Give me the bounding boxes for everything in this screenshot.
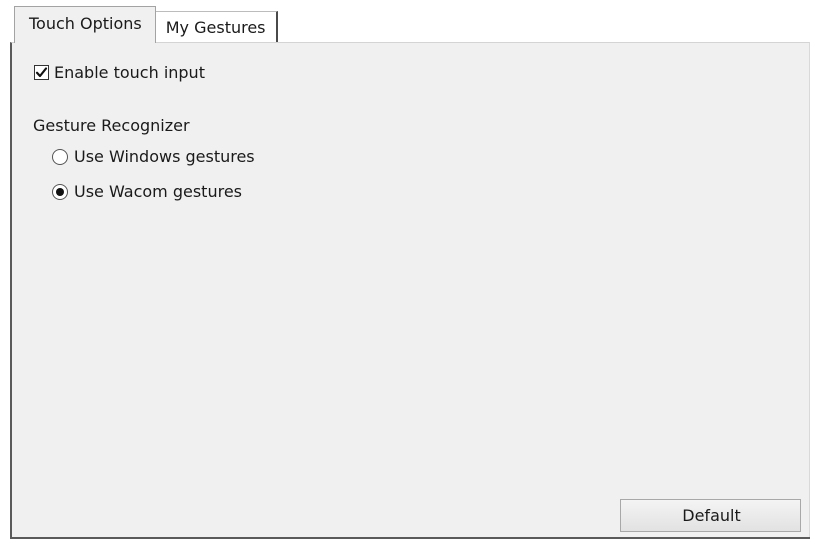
- windows-gestures-label: Use Windows gestures: [74, 147, 255, 166]
- tab-my-gestures-label: My Gestures: [165, 18, 266, 37]
- tab-my-gestures[interactable]: My Gestures: [154, 11, 278, 43]
- tab-strip: Touch Options My Gestures: [14, 6, 278, 43]
- enable-touch-label: Enable touch input: [54, 63, 205, 82]
- windows-gestures-option[interactable]: Use Windows gestures: [52, 147, 255, 166]
- tab-touch-options[interactable]: Touch Options: [14, 6, 156, 43]
- radio-selected-dot: [56, 187, 64, 196]
- tab-touch-options-label: Touch Options: [29, 13, 142, 33]
- enable-touch-checkbox[interactable]: [34, 65, 49, 80]
- touch-settings-window: Touch Options My Gestures Enable touch i…: [0, 0, 813, 539]
- checkmark-icon: [35, 67, 48, 78]
- default-button[interactable]: Default: [620, 499, 801, 532]
- wacom-gestures-label: Use Wacom gestures: [74, 182, 242, 201]
- gesture-recognizer-heading: Gesture Recognizer: [33, 116, 190, 135]
- windows-gestures-radio[interactable]: [52, 148, 68, 165]
- wacom-gestures-option[interactable]: Use Wacom gestures: [52, 182, 242, 201]
- wacom-gestures-radio[interactable]: [52, 183, 68, 200]
- touch-options-panel: Enable touch input Gesture Recognizer Us…: [10, 42, 810, 539]
- enable-touch-row[interactable]: Enable touch input: [34, 63, 205, 82]
